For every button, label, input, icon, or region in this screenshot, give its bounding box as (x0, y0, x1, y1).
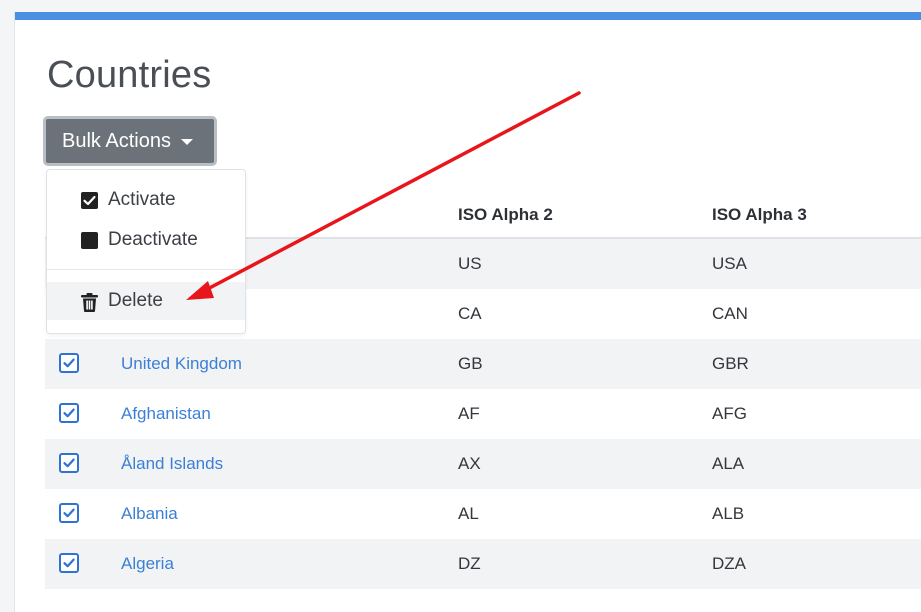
row-checkbox-icon[interactable] (59, 403, 79, 423)
iso-alpha-2-cell: AF (458, 404, 480, 423)
table-row: Åland Islands AX ALA (45, 439, 921, 489)
filled-square-icon (81, 232, 98, 249)
row-checkbox-icon[interactable] (59, 503, 79, 523)
page-title: Countries (47, 54, 212, 96)
iso-alpha-3-cell: ALB (712, 504, 745, 523)
table-row: Albania AL ALB (45, 489, 921, 539)
row-checkbox-icon[interactable] (59, 453, 79, 473)
menu-divider (47, 269, 245, 270)
iso-alpha-2-cell: CA (458, 304, 482, 323)
iso-alpha-3-cell: GBR (712, 354, 749, 373)
country-name-link[interactable]: Afghanistan (121, 404, 211, 424)
iso-alpha-3-cell: AFG (712, 404, 747, 423)
iso-alpha-3-cell: ALA (712, 454, 745, 473)
iso-alpha-2-cell: AX (458, 454, 481, 473)
table-row: Afghanistan AF AFG (45, 389, 921, 439)
row-checkbox-icon[interactable] (59, 553, 79, 573)
row-checkbox-icon[interactable] (59, 353, 79, 373)
menu-item-delete[interactable]: Delete (47, 282, 245, 320)
column-header-iso-alpha-3[interactable]: ISO Alpha 3 (712, 205, 807, 225)
iso-alpha-2-cell: DZ (458, 554, 481, 573)
accent-top-bar (15, 12, 921, 20)
menu-item-label: Deactivate (108, 229, 198, 250)
country-name-link[interactable]: United Kingdom (121, 354, 242, 374)
country-name-link[interactable]: Åland Islands (121, 454, 223, 474)
table-row: United Kingdom GB GBR (45, 339, 921, 389)
caret-down-icon (180, 139, 193, 145)
menu-item-deactivate[interactable]: Deactivate (47, 221, 245, 259)
checked-square-icon (81, 192, 98, 209)
iso-alpha-2-cell: GB (458, 354, 483, 373)
menu-item-activate[interactable]: Activate (47, 181, 245, 219)
iso-alpha-3-cell: CAN (712, 304, 748, 323)
bulk-actions-dropdown-menu: Activate Deactivate Delete (46, 169, 246, 334)
content-card: Countries Bulk Actions ISO Alpha 2 ISO A… (14, 12, 921, 612)
iso-alpha-3-cell: USA (712, 254, 747, 273)
iso-alpha-2-cell: US (458, 254, 482, 273)
table-row: Algeria DZ DZA (45, 539, 921, 589)
country-name-link[interactable]: Algeria (121, 554, 174, 574)
trash-icon (81, 293, 98, 312)
country-name-link[interactable]: Albania (121, 504, 178, 524)
iso-alpha-2-cell: AL (458, 504, 479, 523)
iso-alpha-3-cell: DZA (712, 554, 746, 573)
bulk-actions-button[interactable]: Bulk Actions (43, 116, 217, 166)
bulk-actions-label: Bulk Actions (62, 129, 171, 152)
column-header-iso-alpha-2[interactable]: ISO Alpha 2 (458, 205, 553, 225)
menu-item-label: Activate (108, 189, 176, 210)
menu-item-label: Delete (108, 290, 163, 311)
